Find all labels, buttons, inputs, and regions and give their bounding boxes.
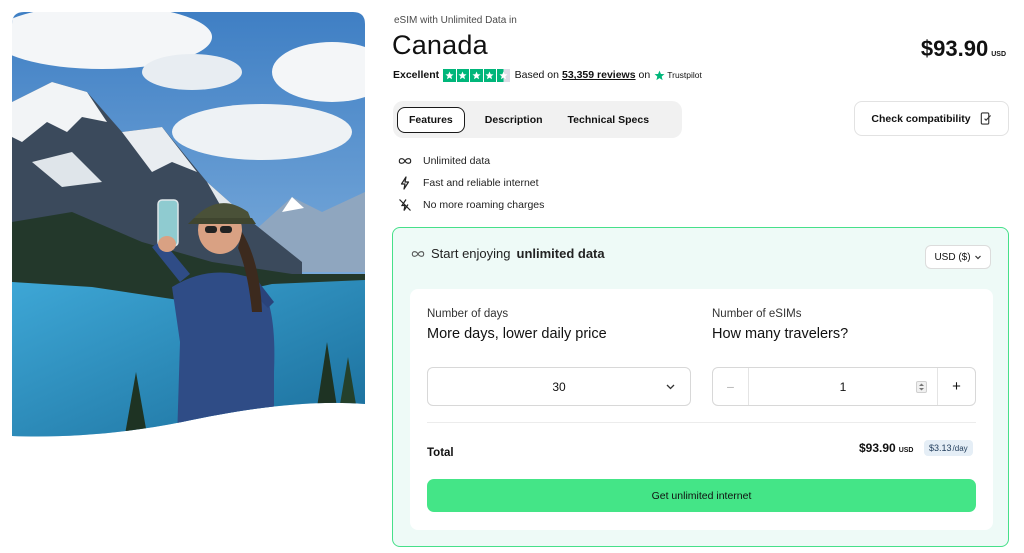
feature-item: Fast and reliable internet xyxy=(398,172,544,194)
total-amount-currency: USD xyxy=(898,447,914,454)
currency-select-value: USD ($) xyxy=(934,251,971,263)
esims-value-field[interactable]: 1 xyxy=(749,368,937,405)
divider xyxy=(427,422,976,423)
days-label: Number of days xyxy=(427,308,509,320)
total-amount-value: $93.90 xyxy=(859,441,896,455)
price-block: $93.90 USD xyxy=(921,36,1006,62)
feature-list: Unlimited data Fast and reliable interne… xyxy=(398,150,544,216)
get-unlimited-internet-button[interactable]: Get unlimited internet xyxy=(427,479,976,512)
trustpilot-label: Trustpilot xyxy=(667,70,702,81)
esims-label: Number of eSIMs xyxy=(712,308,802,320)
price-currency: USD xyxy=(991,51,1006,58)
chevron-down-icon xyxy=(974,255,981,260)
feature-text: No more roaming charges xyxy=(423,199,545,211)
feature-item: Unlimited data xyxy=(398,150,544,172)
plan-heading: Start enjoying unlimited data xyxy=(411,246,605,261)
reviews-link[interactable]: 53,359 reviews xyxy=(562,69,636,81)
daily-price-value: $3.13 xyxy=(929,443,952,453)
esims-question: How many travelers? xyxy=(712,326,849,342)
spinner-arrows-icon[interactable] xyxy=(916,381,927,393)
trustpilot-logo: Trustpilot xyxy=(654,70,702,81)
star-icon xyxy=(456,69,470,82)
feature-text: Unlimited data xyxy=(423,155,491,167)
infinity-icon xyxy=(411,250,425,257)
plan-options-panel: Number of days More days, lower daily pr… xyxy=(410,289,993,530)
days-dropdown[interactable]: 30 xyxy=(427,367,691,406)
rating-row: Excellent Based on 53,359 reviews on Tru… xyxy=(393,69,702,82)
rating-label: Excellent xyxy=(393,69,440,82)
product-kicker: eSIM with Unlimited Data in xyxy=(394,15,517,26)
plan-heading-prefix: Start enjoying xyxy=(431,246,511,261)
days-question: More days, lower daily price xyxy=(427,326,607,342)
tab-features[interactable]: Features xyxy=(397,106,465,133)
daily-price-badge: $3.13/day xyxy=(924,440,973,456)
half-star-icon xyxy=(497,69,510,82)
check-compatibility-button[interactable]: Check compatibility xyxy=(854,101,1009,136)
infinity-icon xyxy=(398,154,423,168)
feature-text: Fast and reliable internet xyxy=(423,177,539,189)
total-label: Total xyxy=(427,447,454,459)
plan-card: Start enjoying unlimited data USD ($) Nu… xyxy=(392,227,1009,547)
days-value: 30 xyxy=(552,379,566,394)
tab-description[interactable]: Description xyxy=(474,107,554,133)
star-icon xyxy=(470,69,483,82)
tab-bar: Features Description Technical Specs xyxy=(393,101,682,138)
decrement-button[interactable]: − xyxy=(713,368,749,405)
phone-check-icon xyxy=(980,112,991,125)
currency-select[interactable]: USD ($) xyxy=(925,245,991,269)
lightning-icon xyxy=(398,176,423,190)
price-amount: $93.90 xyxy=(920,36,989,61)
star-icon xyxy=(443,69,456,82)
total-amount: $93.90 USD xyxy=(859,441,913,455)
feature-item: No more roaming charges xyxy=(398,194,544,216)
tab-technical-specs[interactable]: Technical Specs xyxy=(557,107,661,133)
esims-stepper: − 1 + xyxy=(712,367,976,406)
star-icon xyxy=(483,69,497,82)
rating-based-on: Based on xyxy=(514,69,559,82)
trustpilot-star-icon xyxy=(654,70,665,80)
increment-button[interactable]: + xyxy=(937,368,975,405)
plan-heading-bold: unlimited data xyxy=(516,246,605,261)
chevron-down-icon xyxy=(666,384,675,390)
rating-stars xyxy=(443,69,510,82)
esims-value: 1 xyxy=(839,379,847,394)
daily-price-unit: /day xyxy=(952,443,968,453)
rating-on: on xyxy=(638,69,651,82)
hero-image xyxy=(12,12,365,440)
check-compatibility-label: Check compatibility xyxy=(871,112,971,125)
page-title: Canada xyxy=(392,30,488,60)
no-roaming-icon xyxy=(398,198,423,212)
